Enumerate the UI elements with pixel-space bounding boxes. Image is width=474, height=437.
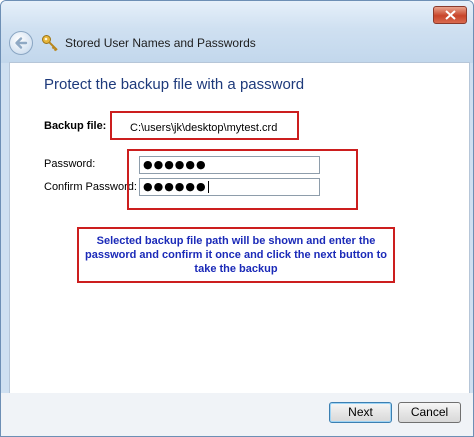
password-label: Password:	[44, 158, 96, 170]
backup-file-label: Backup file:	[44, 120, 107, 132]
back-button[interactable]	[9, 31, 33, 55]
password-input[interactable]: ●●●●●●	[139, 156, 320, 174]
password-value: ●●●●●●	[143, 158, 207, 171]
password-highlight: ●●●●●● ●●●●●●	[127, 149, 358, 210]
annotation-callout: Selected backup file path will be shown …	[77, 227, 395, 283]
cancel-button[interactable]: Cancel	[398, 402, 461, 423]
button-footer: Next Cancel	[1, 393, 473, 436]
next-button[interactable]: Next	[329, 402, 392, 423]
window-title: Stored User Names and Passwords	[65, 36, 256, 50]
title-bar: Stored User Names and Passwords	[1, 1, 473, 63]
text-caret	[207, 181, 209, 193]
back-arrow-icon	[15, 37, 28, 49]
confirm-password-input[interactable]: ●●●●●●	[139, 178, 320, 196]
close-icon	[445, 10, 456, 20]
backup-file-path: C:\users\jk\desktop\mytest.crd	[130, 122, 278, 134]
page-heading: Protect the backup file with a password	[44, 76, 305, 93]
confirm-password-value: ●●●●●●	[143, 180, 207, 193]
content-pane: Protect the backup file with a password …	[9, 62, 470, 394]
backup-file-highlight: C:\users\jk\desktop\mytest.crd	[110, 111, 299, 140]
close-button[interactable]	[433, 6, 467, 24]
confirm-password-label: Confirm Password:	[44, 181, 137, 193]
dialog-window: Stored User Names and Passwords Protect …	[0, 0, 474, 437]
key-icon	[42, 35, 58, 52]
